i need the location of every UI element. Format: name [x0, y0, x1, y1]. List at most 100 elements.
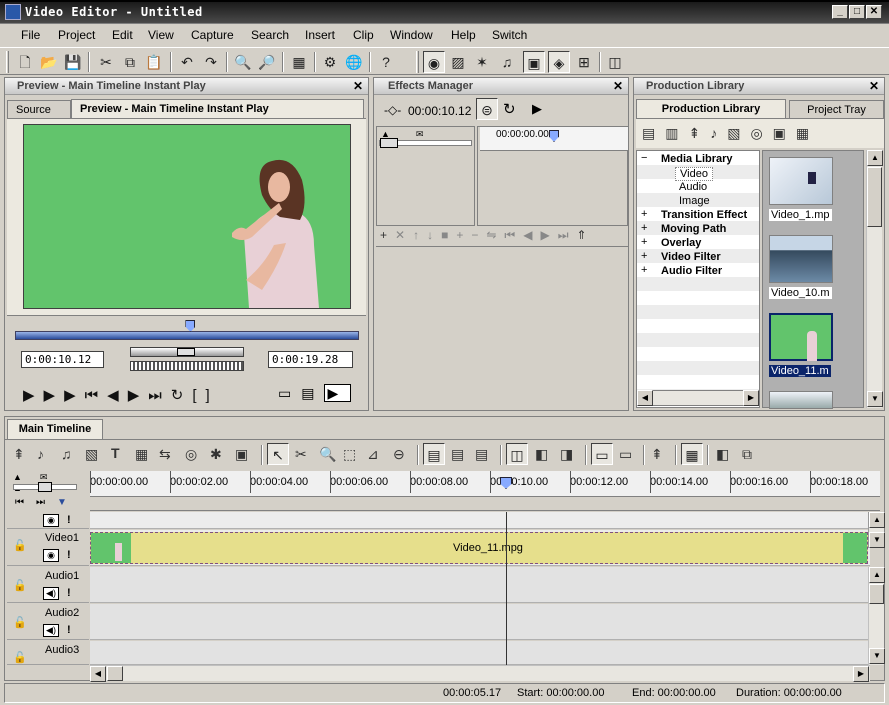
- thumbnail-video-1[interactable]: [769, 157, 833, 205]
- effects-panel-icon[interactable]: ▨: [447, 51, 469, 73]
- collapse-icon[interactable]: ⇑: [577, 228, 595, 242]
- menu-capture[interactable]: Capture: [191, 28, 234, 42]
- timeline-panel-icon[interactable]: ◈: [548, 51, 570, 73]
- menu-search[interactable]: Search: [251, 28, 289, 42]
- insert-transition-icon[interactable]: ⇆: [159, 446, 171, 463]
- keyframe-icon[interactable]: -◇-: [384, 103, 401, 117]
- thumbnail-video-10[interactable]: [769, 235, 833, 283]
- video1-track-row[interactable]: Video_11.mpg: [90, 530, 870, 566]
- view-mode-3-icon[interactable]: ▤: [475, 446, 488, 463]
- large-icons-icon[interactable]: ▤: [642, 125, 665, 141]
- lock-icon[interactable]: ⊖: [393, 446, 405, 463]
- link-icon[interactable]: ⊜: [476, 98, 498, 120]
- calculator-icon[interactable]: ▦: [288, 51, 310, 73]
- eye-icon[interactable]: ◉: [43, 549, 59, 562]
- remove-key-icon[interactable]: −: [471, 228, 486, 242]
- go-start-icon[interactable]: ⏮: [15, 497, 36, 508]
- loop-icon[interactable]: ↻: [171, 387, 193, 404]
- collapse-tracks-icon[interactable]: ▼: [57, 497, 79, 508]
- import-audio-icon[interactable]: ♪: [710, 125, 727, 141]
- music-icon[interactable]: ♫: [496, 51, 518, 73]
- view-mode-2-icon[interactable]: ▤: [451, 446, 464, 463]
- toolbar-grip[interactable]: [6, 51, 9, 73]
- dvd-icon[interactable]: ◎: [750, 125, 772, 141]
- clip-video-11[interactable]: Video_11.mpg: [90, 532, 868, 564]
- jog-wheel[interactable]: [130, 361, 244, 371]
- play-icon[interactable]: ▶: [23, 387, 44, 404]
- menu-window[interactable]: Window: [390, 28, 433, 42]
- capture-icon[interactable]: ▣: [773, 125, 796, 141]
- menu-file[interactable]: File: [21, 28, 40, 42]
- video-track-scrollbar[interactable]: ▲ ▼: [868, 512, 885, 548]
- mark-out-icon[interactable]: ]: [206, 387, 219, 404]
- settings-icon[interactable]: ▤: [301, 385, 324, 401]
- insert-audio-icon[interactable]: ♪: [37, 446, 44, 462]
- lock-icon[interactable]: 🔓: [13, 539, 27, 552]
- lock-icon[interactable]: 🔓: [13, 579, 27, 592]
- play-selection-icon[interactable]: ▶: [64, 387, 85, 404]
- library-panel-icon[interactable]: ▣: [523, 51, 545, 73]
- close-icon[interactable]: ✕: [869, 79, 879, 93]
- tab-source[interactable]: Source: [7, 100, 71, 119]
- snapshot-icon[interactable]: ▭: [278, 385, 301, 401]
- gear-icon[interactable]: ⚙: [319, 51, 341, 73]
- insert-music-icon[interactable]: ♫: [61, 446, 72, 462]
- expand-icon[interactable]: +: [641, 222, 647, 234]
- thumbnail-partial[interactable]: [769, 391, 833, 409]
- next-key-icon[interactable]: ▶: [540, 228, 557, 242]
- expand-icon[interactable]: +: [641, 236, 647, 248]
- counter-icon[interactable]: ⊞: [573, 51, 595, 73]
- select-pointer-icon[interactable]: ↖: [267, 443, 289, 465]
- insert-video-icon[interactable]: ⇞: [13, 446, 25, 463]
- move-up-icon[interactable]: ↑: [413, 228, 427, 242]
- first-key-icon[interactable]: ⏮: [504, 228, 523, 242]
- tree-hscrollbar[interactable]: ◀ ▶: [636, 390, 760, 406]
- snap-1-icon[interactable]: ◫: [506, 443, 528, 465]
- effects-zoom-slider[interactable]: [379, 138, 472, 148]
- timeline-ruler[interactable]: 00:00:00.00 00:00:02.00 00:00:04.00 00:00:0…: [90, 471, 880, 497]
- last-key-icon[interactable]: ⏭: [558, 228, 577, 242]
- go-start-icon[interactable]: ⏮: [85, 387, 108, 404]
- slip-icon[interactable]: ⊿: [367, 446, 379, 463]
- menu-help[interactable]: Help: [451, 28, 476, 42]
- insert-effect-icon[interactable]: ✱: [210, 446, 222, 463]
- cut-icon[interactable]: ✂: [95, 51, 117, 73]
- add-key-icon[interactable]: +: [456, 228, 471, 242]
- split-icon[interactable]: ⇋: [486, 228, 504, 242]
- expand-icon[interactable]: +: [641, 208, 647, 220]
- track-height-2-icon[interactable]: ▭: [619, 446, 632, 463]
- insert-dvd-icon[interactable]: ◎: [185, 446, 197, 463]
- import-video-icon[interactable]: ⇞: [688, 125, 710, 141]
- menu-edit[interactable]: Edit: [112, 28, 133, 42]
- link-clips-icon[interactable]: ▦: [681, 443, 703, 465]
- timeline-hscrollbar[interactable]: ◀ ▶: [90, 665, 870, 682]
- razor-icon[interactable]: ✂: [295, 446, 307, 463]
- move-down-icon[interactable]: ↓: [427, 228, 441, 242]
- expand-icon[interactable]: −: [641, 152, 647, 164]
- redo-icon[interactable]: ↷: [200, 51, 222, 73]
- tab-production-library[interactable]: Production Library: [636, 99, 786, 118]
- properties-icon[interactable]: ■: [441, 228, 456, 242]
- current-time-field[interactable]: 0:00:10.12: [21, 351, 104, 368]
- copy-icon[interactable]: ⧉: [119, 51, 141, 73]
- timeline-zoom-slider[interactable]: [13, 482, 77, 492]
- audio1-track-row[interactable]: [90, 567, 870, 603]
- audio3-track-row[interactable]: [90, 641, 870, 665]
- save-icon[interactable]: 💾: [62, 51, 84, 73]
- split-view-icon[interactable]: ⧉: [742, 446, 752, 463]
- loop-icon[interactable]: ↻: [503, 100, 516, 118]
- zoom-icon[interactable]: 🔍: [232, 51, 254, 73]
- tab-project-tray[interactable]: Project Tray: [789, 100, 884, 119]
- mark-in-icon[interactable]: [: [192, 387, 205, 404]
- video-preview[interactable]: [23, 124, 351, 309]
- eye-icon[interactable]: ◉: [43, 514, 59, 527]
- shuttle-slider[interactable]: [130, 347, 244, 357]
- audio-track-scrollbar[interactable]: ▲ ▼: [868, 567, 885, 665]
- view-mode-1-icon[interactable]: ▤: [423, 443, 445, 465]
- counter-icon[interactable]: ▦: [796, 125, 819, 141]
- menu-view[interactable]: View: [148, 28, 174, 42]
- open-folder-icon[interactable]: 📂: [38, 51, 60, 73]
- menu-switch[interactable]: Switch: [492, 28, 527, 42]
- overlay-track-row[interactable]: [90, 512, 870, 529]
- add-icon[interactable]: +: [380, 228, 395, 242]
